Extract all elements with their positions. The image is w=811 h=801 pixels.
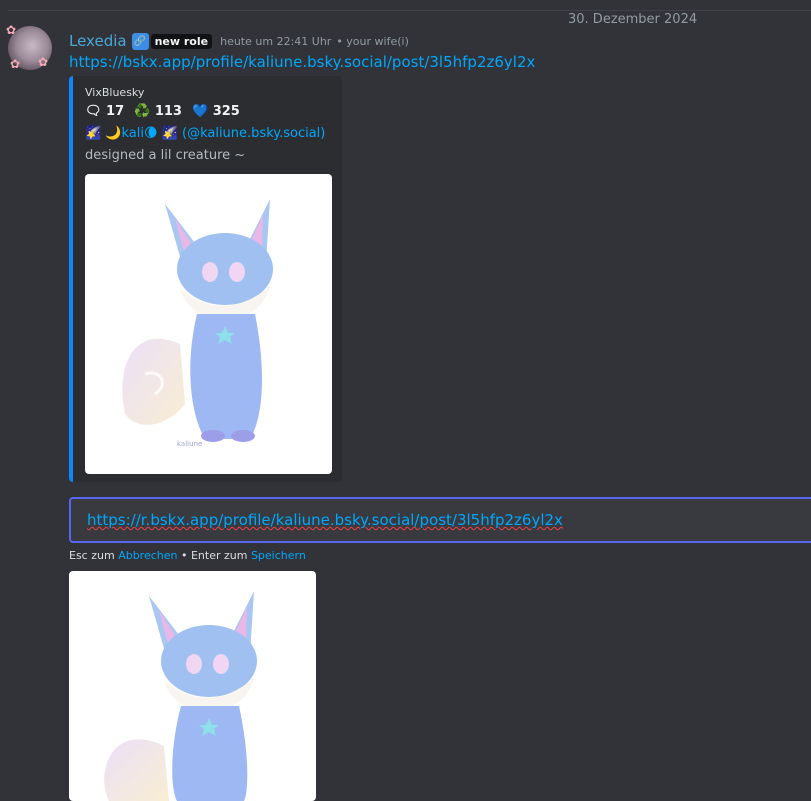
flower-icon: ✿ <box>10 57 21 71</box>
date-divider: 30. Dezember 2024 <box>8 10 811 28</box>
link-icon: 🔗 <box>131 32 149 50</box>
edit-hint: Esc zum Abbrechen • Enter zum Speichern <box>69 549 306 562</box>
cancel-button[interactable]: Abbrechen <box>118 549 177 562</box>
avatar[interactable]: ✿ ✿ ✿ <box>6 23 52 71</box>
embed-description: designed a lil creature ~ <box>85 148 246 163</box>
hint-separator: • Enter zum <box>177 549 251 562</box>
timestamp[interactable]: heute um 22:41 Uhr <box>220 35 331 48</box>
image-signature: kaliune <box>177 440 202 448</box>
flower-icon: ✿ <box>6 23 17 37</box>
like-count: 💙 325 <box>191 104 240 119</box>
role-badge: new role <box>150 33 213 49</box>
username[interactable]: Lexedia <box>69 32 127 50</box>
comment-count: 🗨 17 <box>85 104 125 119</box>
date-label: 30. Dezember 2024 <box>558 12 708 28</box>
message-link[interactable]: https://bskx.app/profile/kaliune.bsky.so… <box>69 53 535 71</box>
attachment-image[interactable] <box>69 571 316 801</box>
embed-provider[interactable]: VixBluesky <box>85 86 144 99</box>
edit-input-value[interactable]: https://r.bskx.app/profile/kaliune.bsky.… <box>87 511 563 529</box>
embed-image[interactable]: kaliune <box>85 174 332 474</box>
embed-author[interactable]: 🌠 🌙kali🌘 🌠 (@kaliune.bsky.social) <box>85 126 325 141</box>
embed: VixBluesky 🗨 17 ♻️ 113 💙 325 🌠 🌙kali🌘 🌠 … <box>69 76 342 482</box>
save-button[interactable]: Speichern <box>251 549 306 562</box>
hint-esc: Esc zum <box>69 549 119 562</box>
relation-tag: • your wife(i) <box>336 34 409 48</box>
message-edit-input[interactable]: https://r.bskx.app/profile/kaliune.bsky.… <box>69 497 811 543</box>
message-header: Lexedia 🔗 new role heute um 22:41 Uhr • … <box>69 31 409 51</box>
embed-stats: 🗨 17 ♻️ 113 💙 325 <box>85 104 240 119</box>
repost-count: ♻️ 113 <box>134 104 182 119</box>
flower-icon: ✿ <box>38 55 49 69</box>
